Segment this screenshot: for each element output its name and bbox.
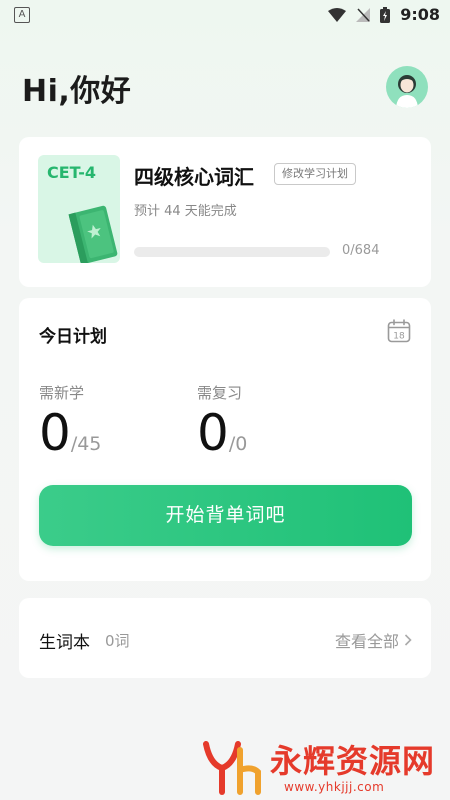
start-learning-button[interactable]: 开始背单词吧 bbox=[39, 485, 412, 546]
calendar-icon[interactable]: 18 bbox=[387, 319, 411, 343]
new-words-label: 需新学 bbox=[39, 384, 85, 402]
book-cover[interactable]: CET-4 bbox=[38, 155, 120, 263]
today-plan-card: 今日计划 18 需新学 0/45 需复习 0/0 开始背单词吧 bbox=[19, 298, 431, 581]
review-words-total: /0 bbox=[228, 433, 248, 455]
app-notification-icon: A bbox=[14, 7, 30, 23]
new-words-stat: 需新学 0/45 bbox=[39, 382, 101, 459]
book-cover-label: CET-4 bbox=[47, 163, 97, 182]
status-icons: 9:08 bbox=[328, 5, 440, 24]
book-estimate: 预计 44 天能完成 bbox=[134, 204, 237, 219]
book-progress-text: 0/684 bbox=[342, 243, 380, 258]
chevron-right-icon bbox=[404, 634, 412, 646]
new-words-value: 0 bbox=[39, 404, 71, 462]
book-icon bbox=[68, 205, 118, 263]
status-bar: A 9:08 bbox=[0, 0, 450, 30]
battery-icon bbox=[380, 6, 391, 23]
new-words-total: /45 bbox=[70, 433, 102, 455]
wifi-icon bbox=[328, 7, 347, 22]
watermark-text: 永辉资源网 bbox=[270, 742, 436, 780]
book-progress-bar bbox=[134, 247, 330, 257]
plan-title: 今日计划 bbox=[39, 327, 107, 347]
status-time: 9:08 bbox=[400, 5, 440, 24]
watermark-logo bbox=[203, 741, 261, 795]
review-words-value: 0 bbox=[197, 404, 229, 462]
vocab-notebook-count: 0词 bbox=[105, 632, 130, 650]
review-words-stat: 需复习 0/0 bbox=[197, 382, 247, 459]
vocab-notebook-title: 生词本 bbox=[39, 633, 90, 653]
current-book-card[interactable]: CET-4 四级核心词汇 修改学习计划 预计 44 天能完成 0/684 bbox=[19, 137, 431, 287]
watermark: 永辉资源网 www.yhkjjj.com bbox=[200, 736, 440, 800]
greeting-title: Hi,你好 bbox=[22, 74, 132, 109]
view-all-link[interactable]: 查看全部 bbox=[335, 628, 412, 652]
vocab-notebook-card[interactable]: 生词本 0词 查看全部 bbox=[19, 598, 431, 678]
signal-icon bbox=[356, 7, 371, 22]
user-avatar-icon[interactable] bbox=[386, 66, 428, 108]
calendar-date: 18 bbox=[393, 332, 405, 342]
watermark-url: www.yhkjjj.com bbox=[284, 780, 385, 794]
book-title: 四级核心词汇 bbox=[134, 165, 254, 189]
view-all-label: 查看全部 bbox=[334, 632, 399, 651]
edit-plan-button[interactable]: 修改学习计划 bbox=[274, 163, 356, 185]
review-words-label: 需复习 bbox=[197, 384, 243, 402]
